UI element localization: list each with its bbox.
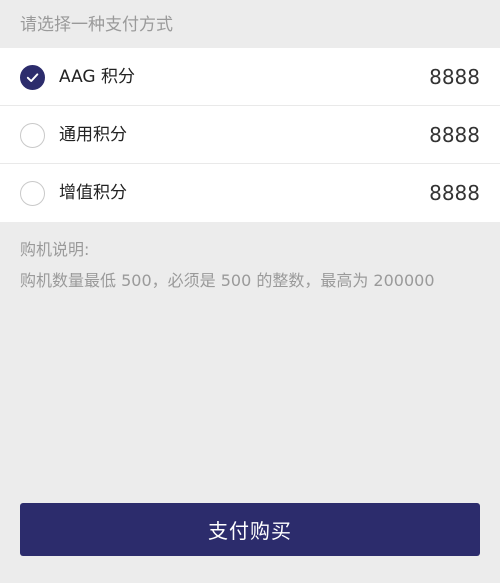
payment-method-title: 请选择一种支付方式: [20, 15, 173, 35]
checkmark-icon: [26, 73, 39, 82]
payment-option-aag[interactable]: AAG 积分 8888: [0, 48, 500, 106]
option-balance: 8888: [429, 123, 480, 147]
option-label: 通用积分: [59, 125, 127, 145]
unchecked-radio-icon[interactable]: [20, 123, 45, 148]
purchase-notes-text: 购机数量最低 500，必须是 500 的整数，最高为 200000: [20, 271, 435, 290]
pay-purchase-button[interactable]: 支付购买: [20, 503, 480, 556]
option-balance: 8888: [429, 65, 480, 89]
payment-option-general[interactable]: 通用积分 8888: [0, 106, 500, 164]
payment-option-value-added[interactable]: 增值积分 8888: [0, 164, 500, 222]
payment-options-list: AAG 积分 8888 通用积分 8888 增值积分 8888: [0, 48, 500, 222]
option-label: 增值积分: [59, 183, 127, 203]
checked-radio-icon[interactable]: [20, 65, 45, 90]
unchecked-radio-icon[interactable]: [20, 181, 45, 206]
option-label: AAG 积分: [59, 67, 136, 87]
purchase-notes-title: 购机说明:: [20, 240, 90, 259]
option-balance: 8888: [429, 181, 480, 205]
